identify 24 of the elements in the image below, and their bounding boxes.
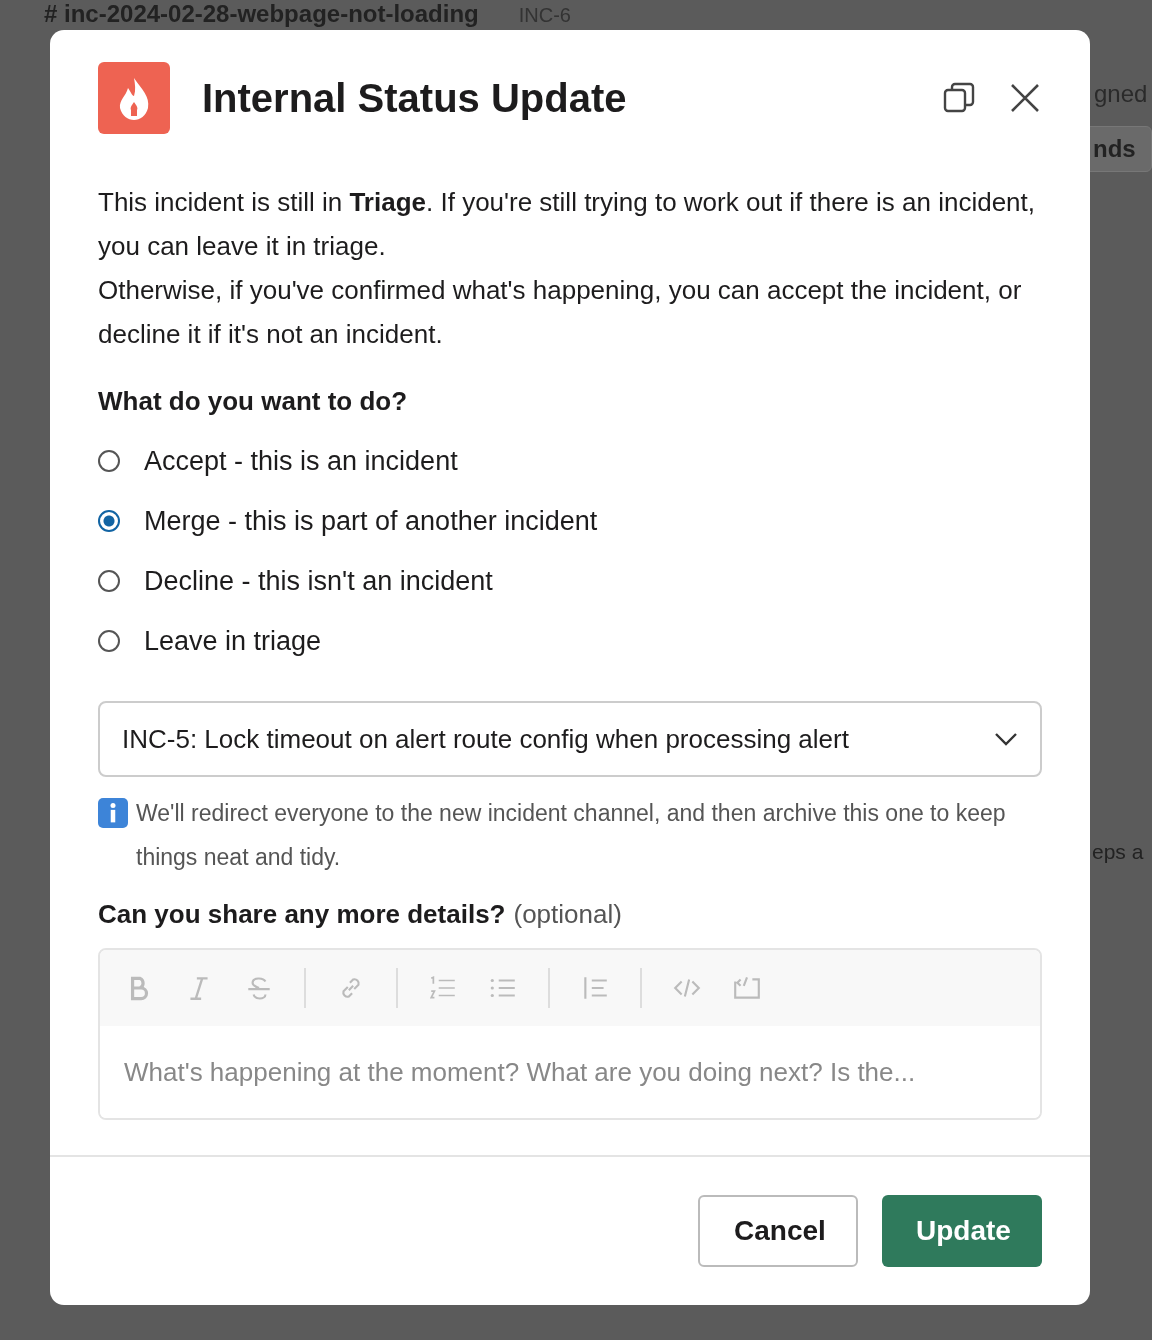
intro-paragraph: Otherwise, if you've confirmed what's happening, you can accept the incident, or decline it if it's not an incident.: [98, 274, 1023, 351]
question-label: What do you want to do?: [98, 386, 409, 417]
caret-icon: [994, 732, 1018, 746]
incident-dropdown[interactable]: INC-5: Lock timeout on alert route config when processing alert: [98, 701, 1042, 777]
info-text: We'll redirect everyone to the new incident channel, and then archive this one to keep things neat and tidy.: [136, 799, 1007, 872]
radio-button[interactable]: [98, 450, 120, 472]
details-editor[interactable]: What's happening at the moment? What are you doing next? Is the...: [98, 948, 1042, 1120]
radio-button[interactable]: [98, 510, 120, 532]
optional-hint: (optional): [513, 899, 622, 929]
update-button[interactable]: Update: [882, 1195, 1042, 1267]
flame-logo-icon: [98, 62, 170, 134]
details-label: Can you share any more details?: [98, 899, 506, 929]
message-text: eps a: [1092, 840, 1144, 864]
radio-button[interactable]: [98, 570, 120, 592]
radio-option[interactable]: Accept - this is an incident: [98, 431, 1042, 491]
info-icon: [98, 798, 128, 828]
radio-button[interactable]: [98, 630, 120, 652]
radio-option[interactable]: Leave in triage: [98, 611, 1042, 671]
cancel-button[interactable]: Cancel: [698, 1195, 858, 1267]
radio-option[interactable]: Merge - this is part of another incident: [98, 491, 1042, 551]
copy-icon[interactable]: [942, 81, 976, 115]
radio-option[interactable]: Decline - this isn't an incident: [98, 551, 1042, 611]
dialog-title: Internal Status Update: [202, 75, 628, 121]
intro-paragraph: This incident is still in Triage. If you're still trying to work out if there is an incident, you can leave it in triage.: [98, 186, 1037, 263]
